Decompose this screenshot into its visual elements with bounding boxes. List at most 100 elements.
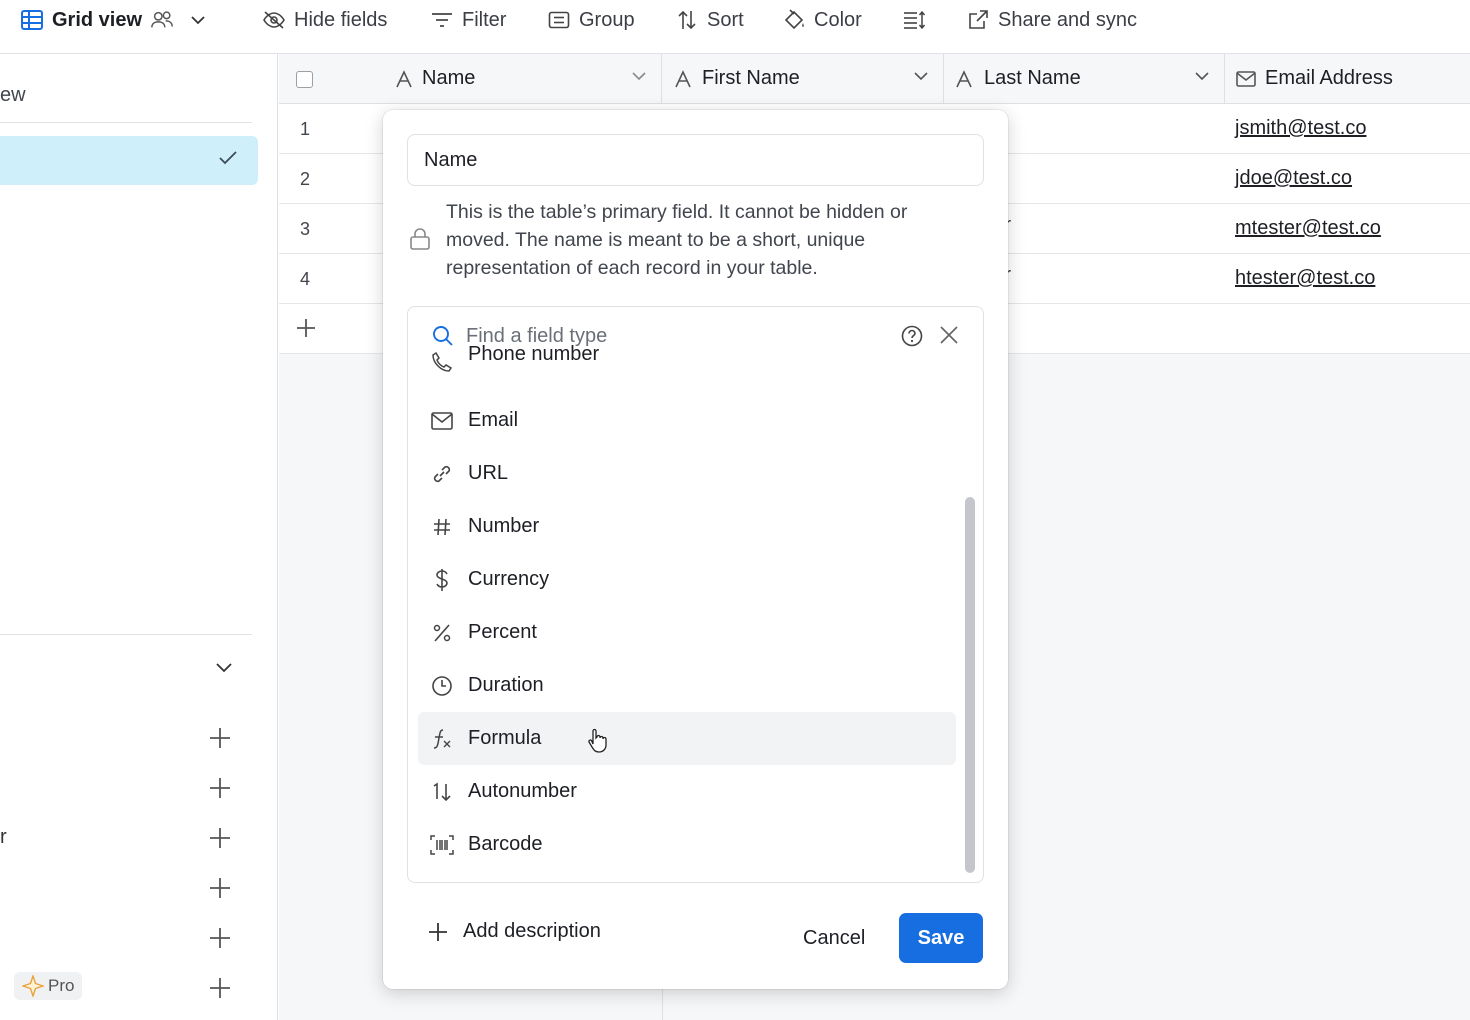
row-number: 2 xyxy=(300,169,311,189)
dollar-icon xyxy=(430,568,454,592)
row-height-button[interactable] xyxy=(902,6,926,34)
sidebar-partial-label: ew xyxy=(0,84,26,106)
field-type-label: Email xyxy=(468,409,519,431)
field-type-label: Formula xyxy=(468,727,542,749)
add-description-label: Add description xyxy=(463,920,601,942)
view-name: Grid view xyxy=(52,8,143,31)
color-button[interactable]: Color xyxy=(782,6,862,34)
field-type-phone-number[interactable]: Phone number xyxy=(418,343,956,390)
chevron-down-icon xyxy=(186,8,210,32)
field-type-label: Duration xyxy=(468,674,544,696)
save-button[interactable]: Save xyxy=(899,913,983,963)
field-type-email[interactable]: Email xyxy=(418,394,956,447)
percent-icon xyxy=(430,621,454,645)
row-number: 4 xyxy=(300,269,311,289)
chevron-down-icon[interactable] xyxy=(631,71,647,81)
sort-button[interactable]: Sort xyxy=(675,6,744,34)
plus-icon[interactable] xyxy=(208,776,232,800)
filter-button[interactable]: Filter xyxy=(430,6,506,34)
view-toolbar: Grid view Hide fields Filter Group Sort xyxy=(0,0,1470,54)
sidebar-divider xyxy=(0,634,252,635)
external-link-icon xyxy=(966,8,990,32)
color-label: Color xyxy=(814,8,862,31)
lock-icon xyxy=(409,227,431,251)
plus-icon xyxy=(295,317,317,339)
field-type-list: Phone number Email URL Number Currency P… xyxy=(418,337,958,877)
field-type-label: Percent xyxy=(468,621,537,643)
pro-badge-label: Pro xyxy=(48,976,75,995)
hide-fields-button[interactable]: Hide fields xyxy=(262,6,387,34)
column-header-email[interactable]: Email Address xyxy=(1225,54,1470,104)
grid-icon xyxy=(20,8,44,32)
cancel-button[interactable]: Cancel xyxy=(787,913,881,963)
field-type-label: Phone number xyxy=(468,343,600,365)
chevron-down-icon[interactable] xyxy=(1194,71,1210,81)
share-sync-label: Share and sync xyxy=(998,8,1137,31)
hand-cursor-icon xyxy=(587,728,607,754)
group-button[interactable]: Group xyxy=(547,6,635,34)
sort-icon xyxy=(675,8,699,32)
grid-header-row: Name First Name Last Name Email Address xyxy=(279,54,1470,104)
column-header-first-name[interactable]: First Name xyxy=(662,54,944,104)
filter-label: Filter xyxy=(462,8,507,31)
field-type-number[interactable]: Number xyxy=(418,500,956,553)
field-type-url[interactable]: URL xyxy=(418,447,956,500)
sidebar-partial-item: r xyxy=(0,826,7,848)
field-type-autonumber[interactable]: Autonumber xyxy=(418,765,956,818)
field-type-label: Currency xyxy=(468,568,550,590)
view-switcher[interactable]: Grid view xyxy=(20,6,210,34)
chevron-down-icon[interactable] xyxy=(913,71,929,81)
column-header-label: First Name xyxy=(702,67,800,89)
plus-icon[interactable] xyxy=(208,726,232,750)
field-type-percent[interactable]: Percent xyxy=(418,606,956,659)
field-type-scrollbar[interactable] xyxy=(965,497,975,873)
group-label: Group xyxy=(579,8,635,31)
field-type-duration[interactable]: Duration xyxy=(418,659,956,712)
plus-icon[interactable] xyxy=(208,976,232,1000)
email-cell[interactable]: jsmith@test.co xyxy=(1235,117,1366,140)
field-type-formula[interactable]: Formula xyxy=(418,712,956,765)
check-icon xyxy=(218,150,238,166)
field-type-label: Autonumber xyxy=(468,780,577,802)
barcode-icon xyxy=(430,833,454,857)
link-icon xyxy=(430,462,454,486)
column-header-name[interactable]: Name xyxy=(279,54,662,104)
field-type-currency[interactable]: Currency xyxy=(418,553,956,606)
phone-icon xyxy=(430,350,454,374)
plus-icon[interactable] xyxy=(208,826,232,850)
select-all-checkbox[interactable] xyxy=(296,71,313,88)
filter-icon xyxy=(430,8,454,32)
views-sidebar: ew r Pro xyxy=(0,54,278,1020)
email-cell[interactable]: jdoe@test.co xyxy=(1235,167,1352,190)
autonumber-icon xyxy=(430,780,454,804)
group-icon xyxy=(547,8,571,32)
plus-icon[interactable] xyxy=(208,926,232,950)
envelope-icon xyxy=(1236,71,1256,87)
field-type-label: Number xyxy=(468,515,540,537)
email-cell[interactable]: mtester@test.co xyxy=(1235,217,1381,240)
field-type-picker: Phone number Email URL Number xyxy=(407,306,984,883)
text-field-icon xyxy=(395,70,413,88)
hide-fields-label: Hide fields xyxy=(294,8,388,31)
row-height-icon xyxy=(902,8,926,32)
column-header-label: Name xyxy=(422,67,476,89)
paint-bucket-icon xyxy=(782,8,806,32)
sparkle-icon xyxy=(22,975,44,997)
share-sync-button[interactable]: Share and sync xyxy=(966,6,1137,34)
collaborators-icon xyxy=(150,8,174,32)
row-number: 1 xyxy=(300,119,311,139)
field-name-input[interactable] xyxy=(407,134,984,186)
plus-icon[interactable] xyxy=(208,876,232,900)
plus-icon xyxy=(427,921,449,943)
hash-icon xyxy=(430,515,454,539)
chevron-down-icon[interactable] xyxy=(214,662,234,674)
text-field-icon xyxy=(955,70,973,88)
add-description-button[interactable]: Add description xyxy=(427,920,601,943)
primary-field-note: This is the table’s primary field. It ca… xyxy=(446,201,908,279)
field-type-label: Barcode xyxy=(468,833,543,855)
email-cell[interactable]: htester@test.co xyxy=(1235,267,1375,290)
text-field-icon xyxy=(674,70,692,88)
field-type-barcode[interactable]: Barcode xyxy=(418,818,956,871)
column-header-last-name[interactable]: Last Name xyxy=(944,54,1225,104)
row-number: 3 xyxy=(300,219,311,239)
